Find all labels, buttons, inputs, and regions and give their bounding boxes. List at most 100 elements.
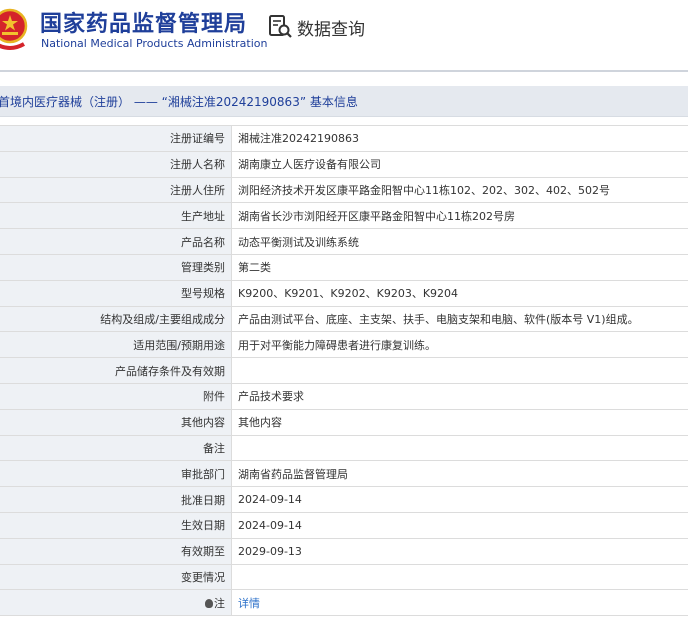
field-value — [231, 434, 688, 462]
field-label-text: 审批部门 — [181, 467, 225, 481]
field-value: 动态平衡测试及训练系统 — [231, 228, 688, 255]
field-label-text: 注册人住所 — [170, 183, 225, 197]
table-row: 生效日期 2024-09-14 — [0, 511, 688, 539]
agency-name-en: National Medical Products Administration — [41, 37, 268, 50]
field-value-text: 产品技术要求 — [238, 390, 304, 404]
table-row: 有效期至 2029-09-13 — [0, 537, 688, 565]
table-row: 注册证编号 湘械注准20242190863 — [0, 125, 688, 152]
field-label-text: 型号规格 — [181, 287, 225, 301]
field-value: 2024-09-14 — [231, 486, 688, 513]
field-value: 详情 — [231, 589, 688, 617]
field-value — [231, 563, 688, 591]
field-label: 注册人名称 — [0, 150, 232, 178]
table-row: 管理类别 第二类 — [0, 253, 688, 281]
field-label: 附件 — [0, 382, 232, 410]
table-row: 注册人住所 浏阳经济技术开发区康平路金阳智中心11栋102、202、302、402… — [0, 176, 688, 204]
field-value — [231, 357, 688, 384]
field-label: 型号规格 — [0, 279, 232, 307]
table-row: 生产地址 湖南省长沙市浏阳经开区康平路金阳智中心11栋202号房 — [0, 202, 688, 230]
field-label-text: 生产地址 — [181, 209, 225, 223]
field-label: 备注 — [0, 434, 232, 462]
field-value-text: 2029-09-13 — [238, 544, 302, 558]
national-emblem-icon — [0, 8, 28, 50]
table-row: 变更情况 — [0, 563, 688, 591]
table-row: 其他内容 其他内容 — [0, 408, 688, 436]
lightbulb-icon — [205, 598, 213, 608]
agency-name-cn: 国家药品监督管理局 — [40, 12, 248, 37]
field-value: 2024-09-14 — [231, 511, 688, 539]
field-label-text: 产品储存条件及有效期 — [115, 364, 225, 378]
field-label-text: 批准日期 — [181, 493, 225, 507]
field-label-text: 结构及组成/主要组成成分 — [100, 312, 225, 326]
field-label: 产品储存条件及有效期 — [0, 357, 232, 384]
field-label-text: 备注 — [203, 441, 225, 455]
table-row: 产品名称 动态平衡测试及训练系统 — [0, 228, 688, 255]
field-label: 产品名称 — [0, 228, 232, 255]
field-value-text: 2024-09-14 — [238, 493, 302, 507]
field-label: 适用范围/预期用途 — [0, 331, 232, 359]
field-value-text: 动态平衡测试及训练系统 — [238, 235, 359, 249]
details-link[interactable]: 详情 — [238, 597, 260, 610]
field-label-text: 有效期至 — [181, 545, 225, 559]
field-label-text: 附件 — [203, 390, 225, 404]
header-divider — [0, 70, 688, 72]
field-label: 有效期至 — [0, 537, 232, 565]
field-value: 湖南省药品监督管理局 — [231, 460, 688, 488]
table-row: 备注 — [0, 434, 688, 462]
field-label-text: 适用范围/预期用途 — [133, 338, 225, 352]
field-label-text: 其他内容 — [181, 416, 225, 430]
field-label-text: 管理类别 — [181, 261, 225, 275]
site-header: 国家药品监督管理局 National Medical Products Admi… — [0, 0, 688, 62]
table-row: 产品储存条件及有效期 — [0, 357, 688, 384]
field-label: 注 — [0, 589, 232, 617]
field-value: 第二类 — [231, 253, 688, 281]
field-label: 注册证编号 — [0, 125, 232, 152]
field-value-text: 湖南省药品监督管理局 — [238, 467, 348, 481]
field-value-text: 2024-09-14 — [238, 518, 302, 532]
field-label: 管理类别 — [0, 253, 232, 281]
field-value: K9200、K9201、K9202、K9203、K9204 — [231, 279, 688, 307]
field-label-text: 注 — [214, 596, 225, 610]
field-label-text: 生效日期 — [181, 519, 225, 533]
field-value-text: K9200、K9201、K9202、K9203、K9204 — [238, 287, 459, 301]
table-row: 审批部门 湖南省药品监督管理局 — [0, 460, 688, 488]
field-label: 生产地址 — [0, 202, 232, 230]
table-row: 注册人名称 湖南康立人医疗设备有限公司 — [0, 150, 688, 178]
breadcrumb: 首境内医疗器械（注册） —— “湘械注准20242190863” 基本信息 — [0, 95, 358, 109]
table-row: 附件 产品技术要求 — [0, 382, 688, 410]
field-label-text: 变更情况 — [181, 570, 225, 584]
breadcrumb-bar: 首境内医疗器械（注册） —— “湘械注准20242190863” 基本信息 — [0, 86, 688, 117]
data-query-link[interactable]: 数据查询 — [268, 14, 365, 40]
field-label: 审批部门 — [0, 460, 232, 488]
field-value-text: 其他内容 — [238, 416, 282, 430]
data-query-label: 数据查询 — [297, 19, 365, 40]
field-value: 用于对平衡能力障碍患者进行康复训练。 — [231, 331, 688, 359]
table-row: 型号规格 K9200、K9201、K9202、K9203、K9204 — [0, 279, 688, 307]
field-value-text: 用于对平衡能力障碍患者进行康复训练。 — [238, 338, 436, 352]
field-label-text: 注册人名称 — [170, 158, 225, 172]
field-label: 变更情况 — [0, 563, 232, 591]
field-value-text: 产品由测试平台、底座、主支架、扶手、电脑支架和电脑、软件(版本号 V1)组成。 — [238, 312, 639, 326]
field-value: 湖南康立人医疗设备有限公司 — [231, 150, 688, 178]
field-value: 产品技术要求 — [231, 382, 688, 410]
field-value: 产品由测试平台、底座、主支架、扶手、电脑支架和电脑、软件(版本号 V1)组成。 — [231, 305, 688, 333]
field-value: 其他内容 — [231, 408, 688, 436]
field-value-text: 第二类 — [238, 261, 271, 275]
field-value: 2029-09-13 — [231, 537, 688, 565]
document-search-icon — [269, 15, 292, 38]
field-value-text: 湖南省长沙市浏阳经开区康平路金阳智中心11栋202号房 — [238, 209, 515, 223]
device-info-table: 注册证编号 湘械注准20242190863 注册人名称 湖南康立人医疗设备有限公司 注册… — [0, 125, 688, 617]
field-value: 湘械注准20242190863 — [231, 125, 688, 152]
field-label-text: 注册证编号 — [170, 132, 225, 146]
table-row: 适用范围/预期用途 用于对平衡能力障碍患者进行康复训练。 — [0, 331, 688, 359]
table-row: 注详情 — [0, 589, 688, 617]
field-label: 注册人住所 — [0, 176, 232, 204]
field-value-text: 湘械注准20242190863 — [238, 132, 359, 146]
field-value-text: 浏阳经济技术开发区康平路金阳智中心11栋102、202、302、402、502号 — [238, 183, 610, 197]
table-row: 结构及组成/主要组成成分 产品由测试平台、底座、主支架、扶手、电脑支架和电脑、软件… — [0, 305, 688, 333]
field-value-text: 湖南康立人医疗设备有限公司 — [238, 158, 381, 172]
field-label: 生效日期 — [0, 511, 232, 539]
field-label: 其他内容 — [0, 408, 232, 436]
field-value: 湖南省长沙市浏阳经开区康平路金阳智中心11栋202号房 — [231, 202, 688, 230]
field-label: 批准日期 — [0, 486, 232, 513]
